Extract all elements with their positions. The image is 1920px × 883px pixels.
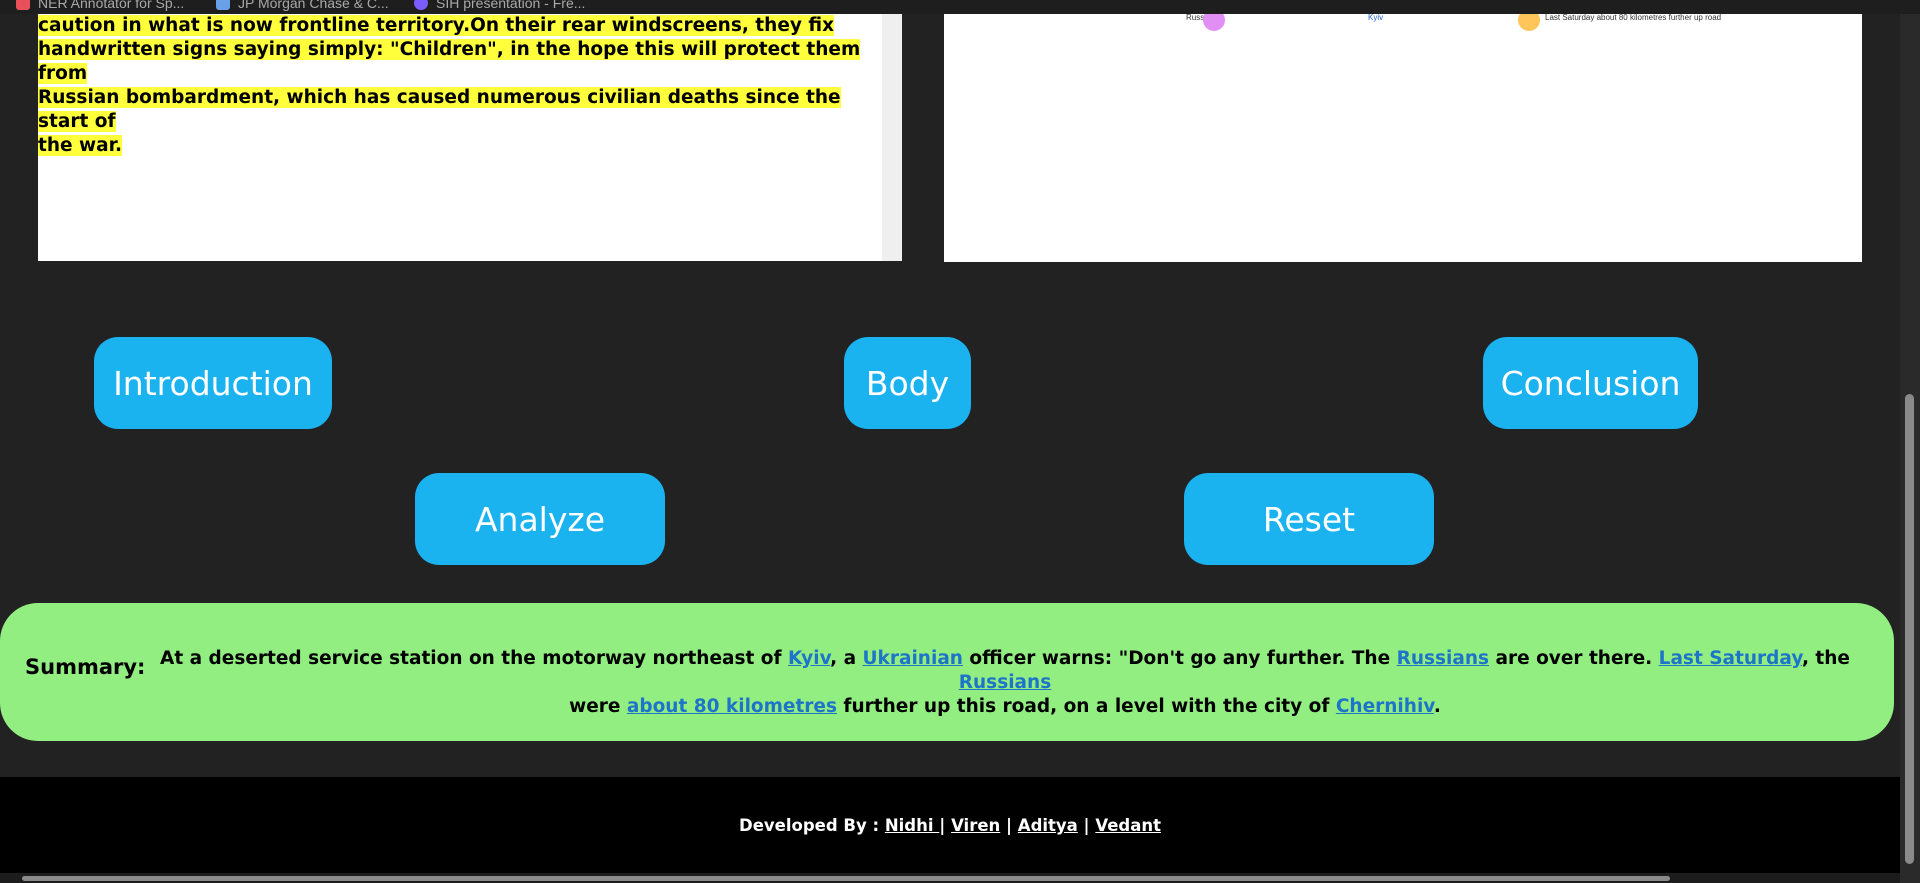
bookmark-ner-annotator[interactable]: NER Annotator for Sp... bbox=[16, 0, 184, 12]
bookmark-label: NER Annotator for Sp... bbox=[38, 0, 185, 11]
footer-separator: | bbox=[1077, 816, 1096, 835]
graph-node[interactable] bbox=[1203, 14, 1225, 31]
summary-segment: At a deserted service station on the mot… bbox=[160, 648, 789, 669]
summary-panel: Summary: At a deserted service station o… bbox=[0, 603, 1894, 741]
summary-text: At a deserted service station on the mot… bbox=[160, 647, 1850, 719]
summary-segment: officer warns: "Don't go any further. Th… bbox=[962, 648, 1397, 669]
bookmark-jp-morgan[interactable]: JP Morgan Chase & C... bbox=[216, 0, 389, 12]
bookmarks-bar: NER Annotator for Sp... JP Morgan Chase … bbox=[0, 0, 1920, 14]
article-scrollbar[interactable] bbox=[882, 14, 902, 261]
developer-link-aditya[interactable]: Aditya bbox=[1018, 816, 1078, 835]
page-horizontal-scrollbar[interactable] bbox=[0, 873, 1900, 883]
graph-label: Last Saturday about 80 kilometres furthe… bbox=[1545, 14, 1722, 22]
scrollbar-thumb[interactable] bbox=[22, 876, 1670, 881]
summary-segment: , a bbox=[830, 648, 863, 669]
conclusion-button[interactable]: Conclusion bbox=[1483, 337, 1698, 429]
summary-segment: , the bbox=[1801, 648, 1850, 669]
developer-link-nidhi[interactable]: Nidhi bbox=[885, 816, 939, 835]
footer-credits: Developed By : Nidhi | Viren | Aditya | … bbox=[0, 816, 1900, 835]
summary-segment: were bbox=[569, 696, 627, 717]
entity-link-chernihiv[interactable]: Chernihiv bbox=[1336, 696, 1434, 717]
summary-segment: further up this road, on a level with th… bbox=[836, 696, 1336, 717]
scrollbar-thumb[interactable] bbox=[1905, 394, 1914, 864]
footer: Developed By : Nidhi | Viren | Aditya | … bbox=[0, 777, 1900, 873]
footer-separator: | bbox=[1000, 816, 1018, 835]
bookmark-label: JP Morgan Chase & C... bbox=[238, 0, 389, 11]
entity-link-russians[interactable]: Russians bbox=[1397, 648, 1489, 669]
presentation-icon bbox=[414, 0, 428, 10]
bookmark-sih-presentation[interactable]: SIH presentation - Fre... bbox=[414, 0, 585, 12]
annotator-icon bbox=[16, 0, 30, 10]
entity-link-kyiv[interactable]: Kyiv bbox=[788, 648, 830, 669]
article-line: the war. bbox=[38, 135, 123, 156]
bank-icon bbox=[216, 0, 230, 10]
article-line: Russian bombardment, which has caused nu… bbox=[38, 87, 841, 132]
summary-segment: are over there. bbox=[1489, 648, 1659, 669]
entity-link-ukrainian[interactable]: Ukrainian bbox=[863, 648, 963, 669]
bookmark-label: SIH presentation - Fre... bbox=[436, 0, 586, 11]
analyze-button[interactable]: Analyze bbox=[415, 473, 665, 565]
article-text-panel[interactable]: caution in what is now frontline territo… bbox=[38, 14, 902, 261]
developer-link-vedant[interactable]: Vedant bbox=[1095, 816, 1161, 835]
graph-node[interactable] bbox=[1518, 14, 1540, 31]
developer-link-viren[interactable]: Viren bbox=[951, 816, 1000, 835]
page-vertical-scrollbar[interactable] bbox=[1900, 14, 1920, 883]
introduction-button[interactable]: Introduction bbox=[94, 337, 332, 429]
article-text: caution in what is now frontline territo… bbox=[38, 14, 880, 158]
summary-label: Summary: bbox=[25, 655, 146, 679]
footer-prefix: Developed By : bbox=[739, 816, 885, 835]
graph-label: Kyiv bbox=[1368, 14, 1384, 22]
entity-graph-panel[interactable]: Russians Kyiv Last Saturday about 80 kil… bbox=[944, 14, 1862, 262]
article-line: handwritten signs saying simply: "Childr… bbox=[38, 39, 861, 84]
entity-link-about-80-kilometres[interactable]: about 80 kilometres bbox=[627, 696, 837, 717]
entity-link-russians[interactable]: Russians bbox=[959, 672, 1051, 693]
footer-separator: | bbox=[939, 816, 952, 835]
reset-button[interactable]: Reset bbox=[1184, 473, 1434, 565]
body-button[interactable]: Body bbox=[844, 337, 971, 429]
summary-segment: . bbox=[1433, 696, 1441, 717]
entity-link-last-saturday[interactable]: Last Saturday bbox=[1659, 648, 1802, 669]
article-line: caution in what is now frontline territo… bbox=[38, 15, 835, 36]
